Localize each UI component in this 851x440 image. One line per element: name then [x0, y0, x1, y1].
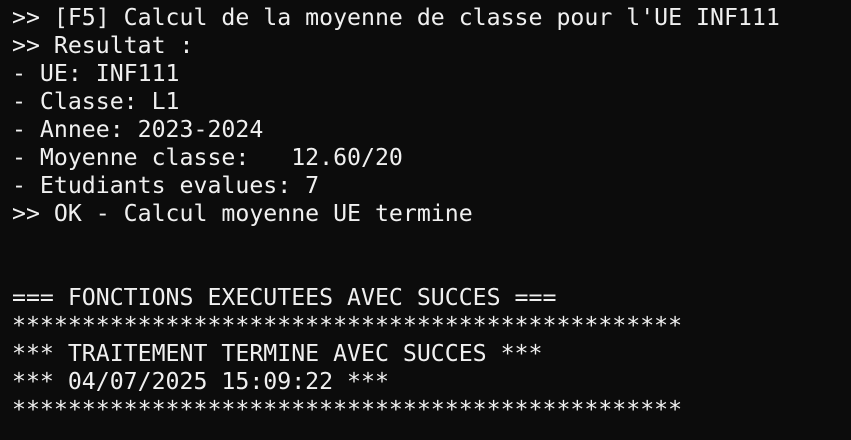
terminal-line-classe: - Classe: L1 [12, 88, 180, 115]
terminal-output[interactable]: >> [F5] Calcul de la moyenne de classe p… [0, 0, 851, 440]
terminal-line-annee: - Annee: 2023-2024 [12, 116, 264, 143]
terminal-line-traitement: *** TRAITEMENT TERMINE AVEC SUCCES *** [12, 340, 543, 367]
terminal-line-moyenne: - Moyenne classe: 12.60/20 [12, 144, 403, 171]
terminal-line-resultat: >> Resultat : [12, 32, 194, 59]
terminal-line-ue: - UE: INF111 [12, 60, 180, 87]
terminal-line-f5-header: >> [F5] Calcul de la moyenne de classe p… [12, 4, 780, 31]
terminal-line-timestamp: *** 04/07/2025 15:09:22 *** [12, 368, 389, 395]
terminal-line-stars-top: ****************************************… [12, 312, 683, 339]
terminal-line-ok: >> OK - Calcul moyenne UE termine [12, 200, 473, 227]
terminal-line-etudiants: - Etudiants evalues: 7 [12, 172, 320, 199]
terminal-line-stars-bottom: ****************************************… [12, 396, 683, 423]
terminal-line-fonctions: === FONCTIONS EXECUTEES AVEC SUCCES === [12, 284, 557, 311]
